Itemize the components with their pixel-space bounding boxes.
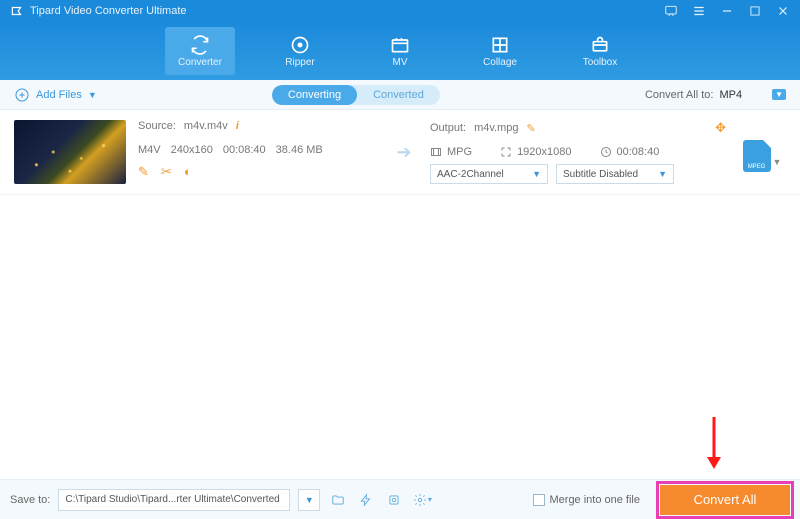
- ripper-icon: [290, 35, 310, 55]
- info-icon[interactable]: i: [236, 120, 239, 132]
- chevron-down-icon: ▼: [658, 169, 667, 179]
- feedback-icon[interactable]: [664, 4, 678, 18]
- convert-all-to-select[interactable]: MP4 ▼: [719, 89, 786, 101]
- cut-icon[interactable]: ✂: [161, 164, 172, 180]
- annotation-arrow: [704, 415, 724, 471]
- convert-all-to: Convert All to: MP4 ▼: [645, 89, 786, 101]
- audio-track-select[interactable]: AAC-2Channel ▼: [430, 164, 548, 184]
- file-row: Source: m4v.m4v i M4V 240x160 00:08:40 3…: [0, 110, 800, 195]
- checkbox-icon: [533, 494, 545, 506]
- bottom-bar: Save to: ▼ ▾ Merge into one file Convert…: [0, 479, 800, 519]
- close-icon[interactable]: [776, 4, 790, 18]
- merge-label: Merge into one file: [550, 494, 641, 506]
- app-logo-icon: [10, 4, 24, 18]
- tab-label: Collage: [483, 57, 517, 68]
- output-container: MPG: [447, 146, 472, 158]
- open-folder-button[interactable]: [328, 490, 348, 510]
- source-label: Source:: [138, 120, 176, 132]
- toolbox-icon: [590, 35, 610, 55]
- clock-icon: [600, 146, 612, 158]
- add-files-label: Add Files: [36, 89, 82, 101]
- collage-icon: [490, 35, 510, 55]
- output-format: MPEG ▼: [738, 120, 786, 184]
- tab-collage[interactable]: Collage: [465, 27, 535, 75]
- tab-toolbox[interactable]: Toolbox: [565, 27, 635, 75]
- save-path-dropdown[interactable]: ▼: [298, 489, 320, 511]
- convert-all-to-label: Convert All to:: [645, 89, 713, 101]
- enhance-icon[interactable]: ◐: [184, 164, 192, 180]
- tab-ripper[interactable]: Ripper: [265, 27, 335, 75]
- output-label: Output:: [430, 122, 466, 134]
- minimize-icon[interactable]: [720, 4, 734, 18]
- chevron-down-icon[interactable]: ▼: [773, 157, 782, 167]
- audio-select-value: AAC-2Channel: [437, 169, 504, 180]
- convert-all-label: Convert All: [694, 492, 757, 507]
- subtitle-select[interactable]: Subtitle Disabled ▼: [556, 164, 674, 184]
- chevron-down-icon: ▼: [88, 90, 97, 100]
- arrow-icon: ➔: [390, 120, 418, 184]
- chevron-down-icon: ▼: [532, 169, 541, 179]
- titlebar: Tipard Video Converter Ultimate: [0, 0, 800, 22]
- output-resolution: 1920x1080: [517, 146, 571, 158]
- gpu-button[interactable]: [384, 490, 404, 510]
- maximize-icon[interactable]: [748, 4, 762, 18]
- tab-label: Toolbox: [583, 57, 617, 68]
- tab-label: Ripper: [285, 57, 314, 68]
- add-files-button[interactable]: Add Files ▼: [14, 87, 97, 103]
- settings-button[interactable]: ▾: [412, 490, 432, 510]
- rename-icon[interactable]: ✎: [527, 122, 536, 135]
- toolbar: Add Files ▼ Converting Converted Convert…: [0, 80, 800, 110]
- merge-checkbox[interactable]: Merge into one file: [533, 494, 641, 506]
- format-badge-label: MPEG: [743, 164, 771, 170]
- converter-icon: [190, 35, 210, 55]
- output-filename: m4v.mpg: [474, 122, 518, 134]
- move-icon[interactable]: ✥: [715, 120, 726, 136]
- tab-converter[interactable]: Converter: [165, 27, 235, 75]
- edit-icon[interactable]: ✎: [138, 164, 149, 180]
- source-duration: 00:08:40: [223, 144, 266, 156]
- source-resolution: 240x160: [171, 144, 213, 156]
- speed-button[interactable]: [356, 490, 376, 510]
- video-format-icon: [430, 146, 442, 158]
- file-list: Source: m4v.m4v i M4V 240x160 00:08:40 3…: [0, 110, 800, 195]
- subtitle-select-value: Subtitle Disabled: [563, 169, 638, 180]
- main-tabs: Converter Ripper MV Collage Toolbox: [0, 22, 800, 80]
- mv-icon: [390, 35, 410, 55]
- save-to-label: Save to:: [10, 494, 50, 506]
- output-duration: 00:08:40: [617, 146, 660, 158]
- tab-label: MV: [393, 57, 408, 68]
- source-container: M4V: [138, 144, 161, 156]
- save-path-input[interactable]: [58, 489, 290, 511]
- menu-icon[interactable]: [692, 4, 706, 18]
- video-thumbnail[interactable]: [14, 120, 126, 184]
- tab-mv[interactable]: MV: [365, 27, 435, 75]
- source-size: 38.46 MB: [276, 144, 323, 156]
- subtab-converting[interactable]: Converting: [272, 85, 357, 105]
- source-column: Source: m4v.m4v i M4V 240x160 00:08:40 3…: [138, 120, 378, 184]
- subtabs: Converting Converted: [272, 85, 440, 105]
- convert-all-button[interactable]: Convert All: [660, 485, 790, 515]
- tab-label: Converter: [178, 57, 222, 68]
- resolution-icon: [500, 146, 512, 158]
- app-title: Tipard Video Converter Ultimate: [30, 5, 187, 17]
- source-filename: m4v.m4v: [184, 120, 228, 132]
- plus-circle-icon: [14, 87, 30, 103]
- chevron-down-icon: ▼: [772, 89, 786, 100]
- subtab-converted[interactable]: Converted: [357, 85, 440, 105]
- format-badge[interactable]: MPEG: [743, 140, 771, 172]
- convert-all-to-value: MP4: [719, 89, 742, 101]
- output-column: Output: m4v.mpg ✎ ✥ MPG 1920x1080 00:08:…: [430, 120, 726, 184]
